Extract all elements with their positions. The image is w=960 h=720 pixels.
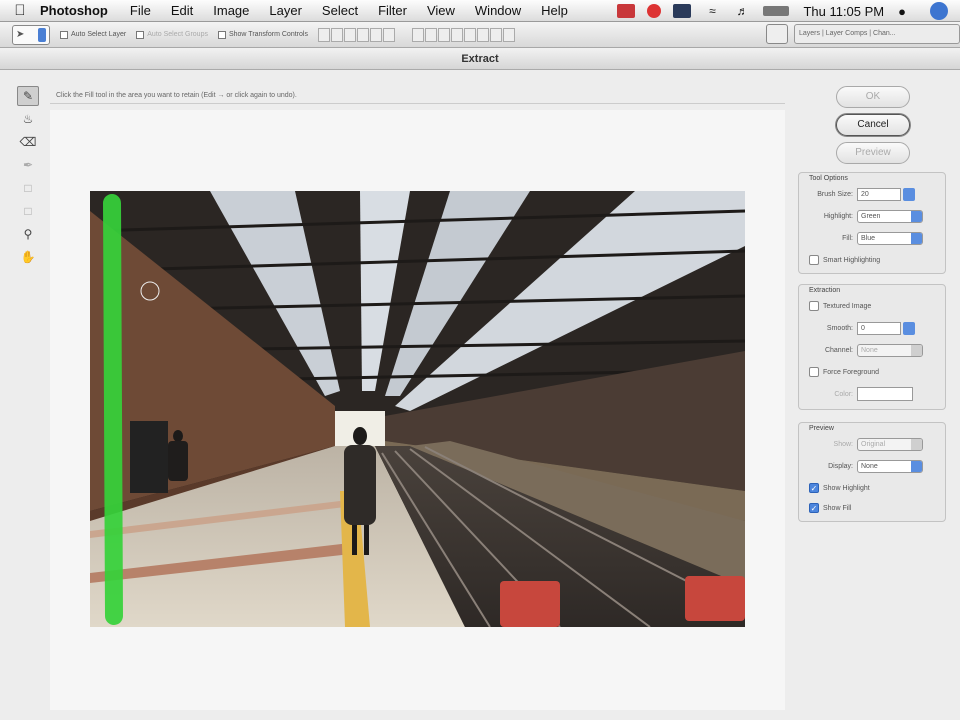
extract-dialog: Extract ✎ ♨ ⌫ ✒ □ □ ⚲ ✋ Click the Fill t… [0,48,960,720]
user-menu-icon[interactable]: ● [898,4,906,19]
hand-tool-icon[interactable]: ✋ [17,247,39,267]
color-swatch[interactable] [857,387,913,401]
auto-select-groups-checkbox[interactable]: Auto Select Groups [136,30,208,39]
edge-touchup-tool-icon[interactable]: □ [17,201,39,221]
extraction-group: Extraction Textured Image Smooth: 0 Chan… [798,284,946,410]
flag-icon[interactable] [617,4,636,18]
distribute-buttons[interactable] [411,27,516,42]
instruction-text: Click the Fill tool in the area you want… [50,88,785,104]
menu-select[interactable]: Select [322,3,358,18]
channel-select[interactable]: None [857,343,923,357]
color-label: Color: [834,390,853,398]
status-icon[interactable] [647,4,662,18]
move-tool-icon: ➤ [16,29,25,40]
preview-group: Preview Show: Original Display: None ✓ Sh… [798,422,946,522]
image-preview-area[interactable] [50,110,785,710]
battery-icon[interactable] [763,6,790,16]
show-select[interactable]: Original [857,437,923,451]
wifi-icon[interactable]: ≈ [703,4,721,18]
tool-options-title: Tool Options [809,175,848,182]
align-buttons[interactable] [317,27,396,42]
edge-highlighter-tool-icon[interactable]: ✎ [17,86,39,106]
menu-help[interactable]: Help [541,3,568,18]
brush-size-label: Brush Size: [817,190,853,198]
disk-icon[interactable] [673,4,692,18]
cleanup-tool-icon[interactable]: □ [17,178,39,198]
menu-filter[interactable]: Filter [378,3,407,18]
highlight-label: Highlight: [823,212,853,220]
smart-highlighting-checkbox[interactable]: Smart Highlighting [799,255,880,265]
apple-menu-icon[interactable]:  [0,2,40,19]
cancel-button[interactable]: Cancel [836,114,910,136]
display-label: Display: [828,462,853,470]
force-foreground-checkbox[interactable]: Force Foreground [799,367,879,377]
highlight-select[interactable]: Green [857,209,923,223]
train-station-photo[interactable] [90,191,745,627]
smooth-dropdown-icon[interactable] [903,321,915,335]
chevron-down-icon [38,27,46,42]
preview-title: Preview [809,425,834,432]
palette-well: Layers | Layer Comps | Chan... [766,24,960,44]
dialog-title: Extract [0,48,960,70]
app-menu[interactable]: Photoshop [40,3,108,18]
volume-icon[interactable]: ♬ [733,4,751,18]
preview-button[interactable]: Preview [836,142,910,164]
palette-well-tabs[interactable]: Layers | Layer Comps | Chan... [794,24,960,44]
menu-image[interactable]: Image [213,3,249,18]
brush-size-dropdown-icon[interactable] [903,187,915,201]
extract-toolbox: ✎ ♨ ⌫ ✒ □ □ ⚲ ✋ [16,86,40,306]
menu-bar:  Photoshop File Edit Image Layer Select… [0,0,960,22]
menu-view[interactable]: View [427,3,455,18]
palette-button[interactable] [766,24,788,44]
show-label: Show: [833,440,853,448]
channel-label: Channel: [824,346,853,354]
extraction-title: Extraction [809,287,841,294]
eyedropper-tool-icon[interactable]: ✒ [17,155,39,175]
spotlight-icon[interactable] [930,2,948,20]
show-fill-checkbox[interactable]: ✓ Show Fill [799,503,851,513]
zoom-tool-icon[interactable]: ⚲ [17,224,39,244]
fill-label: Fill: [842,234,853,242]
tool-preset-picker[interactable]: ➤ [12,24,50,45]
ok-button[interactable]: OK [836,86,910,108]
tool-options-group: Tool Options Brush Size: 20 Highlight: G… [798,172,946,274]
show-highlight-checkbox[interactable]: ✓ Show Highlight [799,483,870,493]
brush-size-input[interactable]: 20 [857,187,901,201]
smooth-label: Smooth: [826,324,853,332]
eraser-tool-icon[interactable]: ⌫ [17,132,39,152]
display-select[interactable]: None [857,459,923,473]
smooth-input[interactable]: 0 [857,321,901,335]
show-transform-checkbox[interactable]: Show Transform Controls [217,30,308,39]
menubar-clock[interactable]: Thu 11:05 PM [803,4,884,19]
textured-image-checkbox[interactable]: Textured Image [799,301,871,311]
menu-layer[interactable]: Layer [269,3,302,18]
auto-select-layer-checkbox[interactable]: Auto Select Layer [60,30,126,39]
fill-select[interactable]: Blue [857,231,923,245]
options-bar: ➤ Auto Select Layer Auto Select Groups S… [0,22,960,48]
menu-edit[interactable]: Edit [171,3,193,18]
menu-file[interactable]: File [130,3,151,18]
menu-window[interactable]: Window [475,3,521,18]
fill-tool-icon[interactable]: ♨ [17,109,39,129]
